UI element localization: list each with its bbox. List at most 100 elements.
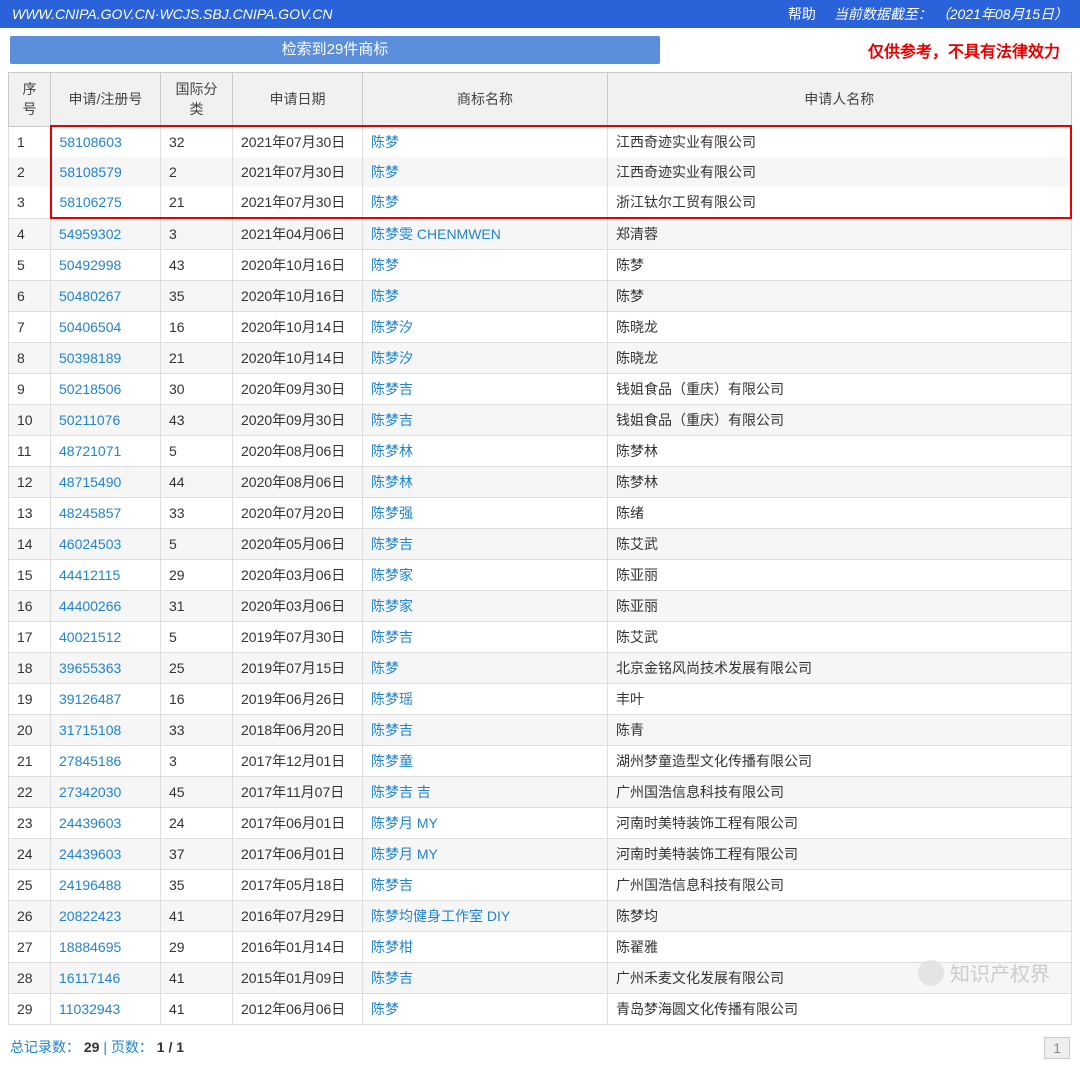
table-row[interactable]: 1644400266312020年03月06日陈梦家陈亚丽: [9, 591, 1072, 622]
table-row[interactable]: 2718884695292016年01月14日陈梦柑陈翟雅: [9, 932, 1072, 963]
cell-registration-link[interactable]: 39126487: [59, 691, 121, 707]
col-class[interactable]: 国际分类: [161, 73, 233, 127]
cell-registration-link[interactable]: 58108579: [60, 164, 122, 180]
cell-registration-link[interactable]: 58106275: [60, 194, 122, 210]
cell-registration-link[interactable]: 50398189: [59, 350, 121, 366]
cell-registration-link[interactable]: 27342030: [59, 784, 121, 800]
cell-trademark-name: 陈梦汐: [363, 312, 608, 343]
cell-trademark-name-link[interactable]: 陈梦吉: [371, 536, 413, 552]
cell-date: 2020年09月30日: [233, 405, 363, 436]
cell-registration-link[interactable]: 58108603: [60, 134, 122, 150]
col-trademark-name[interactable]: 商标名称: [363, 73, 608, 127]
cell-registration-link[interactable]: 48715490: [59, 474, 121, 490]
table-row[interactable]: 2911032943412012年06月06日陈梦青岛梦海圆文化传播有限公司: [9, 994, 1072, 1025]
cell-index: 3: [9, 187, 51, 218]
table-row[interactable]: 174002151252019年07月30日陈梦吉陈艾武: [9, 622, 1072, 653]
cell-trademark-name-link[interactable]: 陈梦强: [371, 505, 413, 521]
table-row[interactable]: 650480267352020年10月16日陈梦陈梦: [9, 281, 1072, 312]
table-row[interactable]: 1939126487162019年06月26日陈梦瑶丰叶: [9, 684, 1072, 715]
table-row[interactable]: 2524196488352017年05月18日陈梦吉广州国浩信息科技有限公司: [9, 870, 1072, 901]
table-row[interactable]: 850398189212020年10月14日陈梦汐陈晓龙: [9, 343, 1072, 374]
col-index[interactable]: 序号: [9, 73, 51, 127]
cell-trademark-name-link[interactable]: 陈梦童: [371, 753, 413, 769]
table-row[interactable]: 750406504162020年10月14日陈梦汐陈晓龙: [9, 312, 1072, 343]
table-row[interactable]: 2816117146412015年01月09日陈梦吉广州禾麦文化发展有限公司: [9, 963, 1072, 994]
col-applicant[interactable]: 申请人名称: [608, 73, 1072, 127]
cell-registration-link[interactable]: 48245857: [59, 505, 121, 521]
cell-registration-link[interactable]: 46024503: [59, 536, 121, 552]
table-row[interactable]: 25810857922021年07月30日陈梦江西奇迹实业有限公司: [9, 157, 1072, 187]
cell-registration-link[interactable]: 44400266: [59, 598, 121, 614]
cell-trademark-name-link[interactable]: 陈梦月 MY: [371, 846, 438, 862]
cell-trademark-name-link[interactable]: 陈梦吉: [371, 877, 413, 893]
table-row[interactable]: 2424439603372017年06月01日陈梦月 MY河南时美特装饰工程有限…: [9, 839, 1072, 870]
cell-trademark-name-link[interactable]: 陈梦月 MY: [371, 815, 438, 831]
cell-trademark-name-link[interactable]: 陈梦林: [371, 474, 413, 490]
cell-trademark-name-link[interactable]: 陈梦吉: [371, 381, 413, 397]
cell-trademark-name-link[interactable]: 陈梦吉: [371, 412, 413, 428]
cell-trademark-name-link[interactable]: 陈梦吉: [371, 722, 413, 738]
table-row[interactable]: 358106275212021年07月30日陈梦浙江钛尔工贸有限公司: [9, 187, 1072, 218]
col-registration[interactable]: 申请/注册号: [51, 73, 161, 127]
cell-trademark-name-link[interactable]: 陈梦家: [371, 598, 413, 614]
table-row[interactable]: 212784518632017年12月01日陈梦童湖州梦童造型文化传播有限公司: [9, 746, 1072, 777]
table-row[interactable]: 2227342030452017年11月07日陈梦吉 吉广州国浩信息科技有限公司: [9, 777, 1072, 808]
table-row[interactable]: 1248715490442020年08月06日陈梦林陈梦林: [9, 467, 1072, 498]
table-row[interactable]: 114872107152020年08月06日陈梦林陈梦林: [9, 436, 1072, 467]
cell-trademark-name-link[interactable]: 陈梦吉: [371, 970, 413, 986]
table-row[interactable]: 550492998432020年10月16日陈梦陈梦: [9, 250, 1072, 281]
cell-date: 2020年08月06日: [233, 436, 363, 467]
cell-registration-link[interactable]: 50406504: [59, 319, 121, 335]
cell-trademark-name-link[interactable]: 陈梦汐: [371, 350, 413, 366]
cell-registration-link[interactable]: 16117146: [59, 970, 120, 986]
cell-trademark-name-link[interactable]: 陈梦: [371, 257, 399, 273]
cell-registration-link[interactable]: 50211076: [59, 412, 120, 428]
cell-registration-link[interactable]: 24439603: [59, 815, 121, 831]
cell-registration-link[interactable]: 40021512: [59, 629, 121, 645]
cell-registration-link[interactable]: 24196488: [59, 877, 121, 893]
cell-registration-link[interactable]: 31715108: [59, 722, 121, 738]
cell-trademark-name-link[interactable]: 陈梦: [371, 660, 399, 676]
cell-registration-link[interactable]: 39655363: [59, 660, 121, 676]
table-row[interactable]: 2620822423412016年07月29日陈梦均健身工作室 DIY陈梦均: [9, 901, 1072, 932]
help-link[interactable]: 帮助: [788, 6, 816, 22]
cell-trademark-name-link[interactable]: 陈梦: [371, 1001, 399, 1017]
cell-trademark-name-link[interactable]: 陈梦雯 CHENMWEN: [371, 226, 501, 242]
table-row[interactable]: 2031715108332018年06月20日陈梦吉陈青: [9, 715, 1072, 746]
cell-trademark-name-link[interactable]: 陈梦: [371, 164, 399, 180]
table-row[interactable]: 1348245857332020年07月20日陈梦强陈绪: [9, 498, 1072, 529]
cell-registration-link[interactable]: 24439603: [59, 846, 121, 862]
cell-registration-link[interactable]: 20822423: [59, 908, 121, 924]
cell-trademark-name-link[interactable]: 陈梦: [371, 288, 399, 304]
cell-trademark-name-link[interactable]: 陈梦: [371, 134, 399, 150]
table-row[interactable]: 1839655363252019年07月15日陈梦北京金铭风尚技术发展有限公司: [9, 653, 1072, 684]
cell-registration-link[interactable]: 48721071: [59, 443, 121, 459]
cell-registration-link[interactable]: 50218506: [59, 381, 121, 397]
cell-trademark-name-link[interactable]: 陈梦林: [371, 443, 413, 459]
cell-trademark-name-link[interactable]: 陈梦瑶: [371, 691, 413, 707]
cell-trademark-name-link[interactable]: 陈梦均健身工作室 DIY: [371, 908, 510, 924]
pager-current[interactable]: 1: [1044, 1037, 1070, 1059]
cell-trademark-name-link[interactable]: 陈梦: [371, 194, 399, 210]
cell-trademark-name-link[interactable]: 陈梦吉 吉: [371, 784, 431, 800]
col-date[interactable]: 申请日期: [233, 73, 363, 127]
cell-registration-link[interactable]: 18884695: [59, 939, 121, 955]
cell-trademark-name-link[interactable]: 陈梦家: [371, 567, 413, 583]
cell-registration-link[interactable]: 50492998: [59, 257, 121, 273]
cell-trademark-name-link[interactable]: 陈梦柑: [371, 939, 413, 955]
cell-trademark-name-link[interactable]: 陈梦吉: [371, 629, 413, 645]
cell-class: 41: [161, 994, 233, 1025]
table-row[interactable]: 158108603322021年07月30日陈梦江西奇迹实业有限公司: [9, 126, 1072, 157]
cell-registration-link[interactable]: 50480267: [59, 288, 121, 304]
table-row[interactable]: 45495930232021年04月06日陈梦雯 CHENMWEN郑清蓉: [9, 218, 1072, 250]
cell-trademark-name-link[interactable]: 陈梦汐: [371, 319, 413, 335]
table-row[interactable]: 950218506302020年09月30日陈梦吉钱姐食品（重庆）有限公司: [9, 374, 1072, 405]
cell-registration-link[interactable]: 11032943: [59, 1001, 120, 1017]
table-row[interactable]: 1050211076432020年09月30日陈梦吉钱姐食品（重庆）有限公司: [9, 405, 1072, 436]
table-row[interactable]: 1544412115292020年03月06日陈梦家陈亚丽: [9, 560, 1072, 591]
table-row[interactable]: 144602450352020年05月06日陈梦吉陈艾武: [9, 529, 1072, 560]
table-row[interactable]: 2324439603242017年06月01日陈梦月 MY河南时美特装饰工程有限…: [9, 808, 1072, 839]
cell-registration-link[interactable]: 54959302: [59, 226, 121, 242]
cell-registration-link[interactable]: 27845186: [59, 753, 121, 769]
cell-registration-link[interactable]: 44412115: [59, 567, 120, 583]
